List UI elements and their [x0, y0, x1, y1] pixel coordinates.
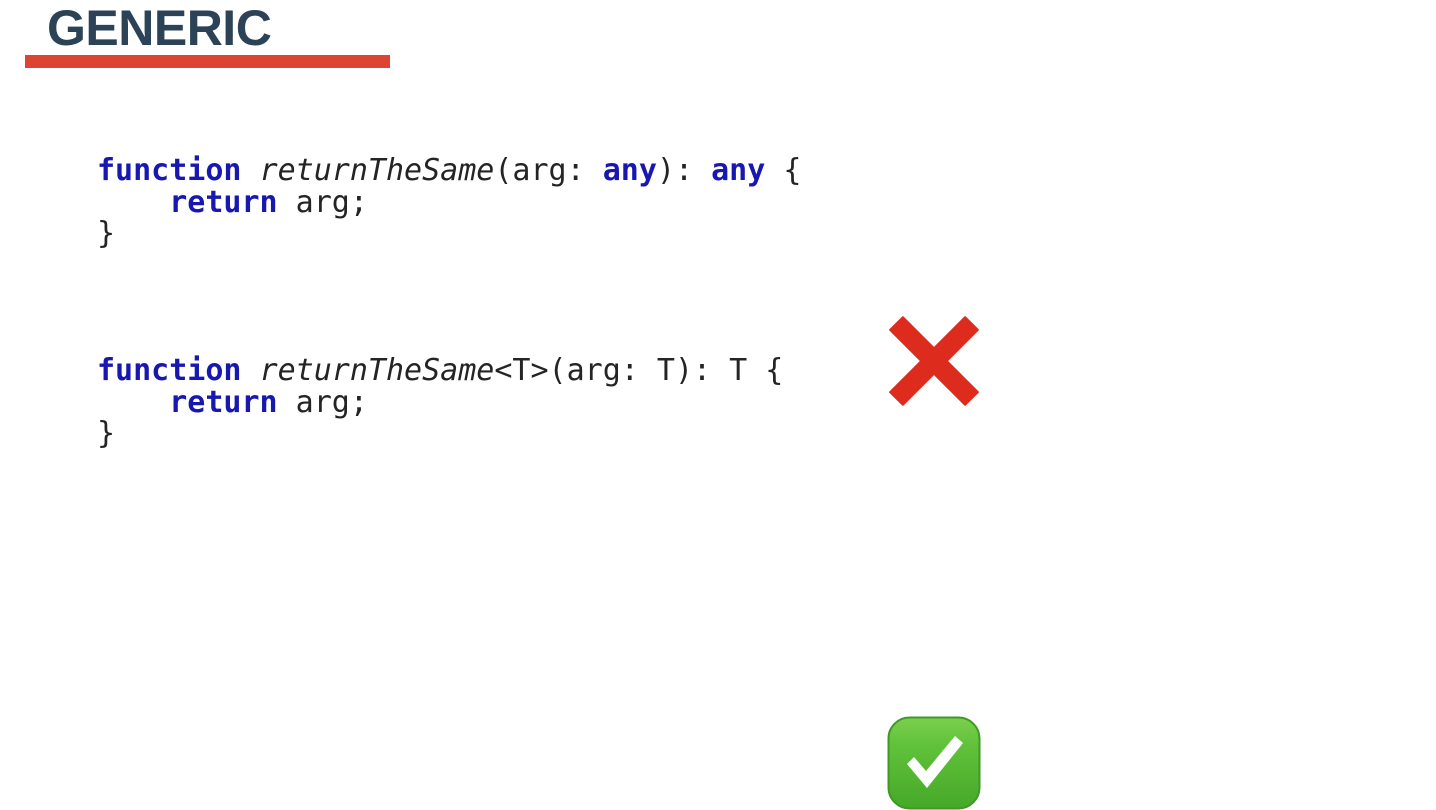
- page-title: GENERIC: [47, 0, 272, 56]
- code-token-plain: }: [97, 216, 116, 251]
- code-token-plain: <T>(arg: T): T {: [494, 353, 784, 388]
- code-token-kw: any: [711, 153, 766, 188]
- code-token-plain: }: [97, 416, 116, 451]
- code-block-generic-version: function returnTheSame<T>(arg: T): T { r…: [97, 355, 783, 450]
- code-token-kw: any: [602, 153, 657, 188]
- code-token-kw: return: [169, 184, 278, 220]
- code-example-good: function returnTheSame<T>(arg: T): T { r…: [0, 355, 1436, 810]
- code-token-plain: {: [765, 153, 802, 188]
- check-mark-icon: [887, 716, 981, 810]
- title-underline-bar: [25, 55, 390, 68]
- code-token-plain: ):: [656, 153, 712, 188]
- code-example-bad: function returnTheSame(arg: any): any { …: [0, 155, 1436, 406]
- code-token-plain: (arg:: [494, 153, 603, 188]
- code-token-plain: arg;: [277, 384, 368, 420]
- code-token-kw: function: [97, 153, 242, 188]
- code-token-fn: returnTheSame: [259, 153, 495, 188]
- code-token-plain: arg;: [277, 184, 368, 220]
- code-token-kw: function: [97, 353, 242, 388]
- code-block-any-version: function returnTheSame(arg: any): any { …: [97, 155, 801, 250]
- code-token-fn: returnTheSame: [259, 353, 495, 388]
- code-token-kw: return: [169, 384, 278, 420]
